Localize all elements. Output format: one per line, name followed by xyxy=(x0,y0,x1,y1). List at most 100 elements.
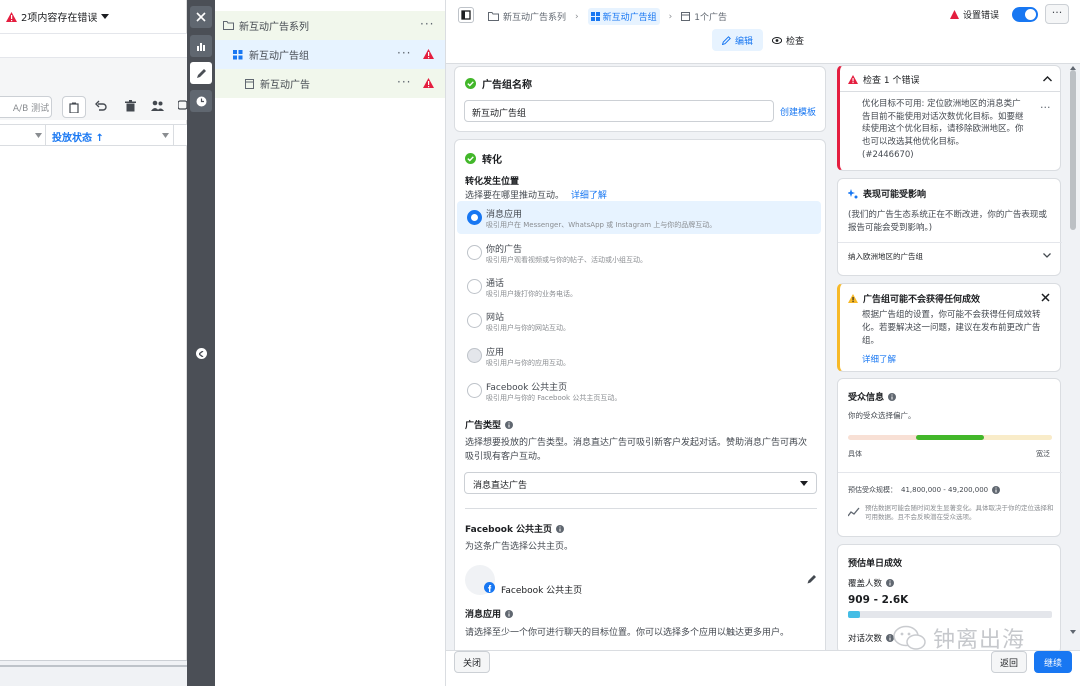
radio[interactable] xyxy=(467,313,482,328)
tree-ad-label: 新互动广告 xyxy=(260,80,310,91)
sort-icon[interactable] xyxy=(162,133,169,138)
warning-icon xyxy=(848,294,858,303)
ab-test-button[interactable]: A/B 测试 xyxy=(0,96,52,118)
tree-adset[interactable]: 新互动广告组 ··· xyxy=(215,40,445,69)
comment-icon[interactable] xyxy=(178,100,187,112)
audience-gauge xyxy=(848,435,1052,440)
warning-icon xyxy=(6,11,17,22)
ab-test-label: A/B 测试 xyxy=(12,103,50,114)
ad-type-select[interactable]: 消息直达广告 xyxy=(464,472,817,494)
tree-ad[interactable]: 新互动广告 ··· xyxy=(215,69,445,98)
history-button[interactable] xyxy=(190,90,212,112)
radio[interactable] xyxy=(467,383,482,398)
info-icon[interactable] xyxy=(886,579,895,587)
review-error-text: 优化目标不可用: 定位欧洲地区的消息类广告目前不能使用对话次数优化目标。如要继续… xyxy=(862,99,1024,147)
adset-toggle[interactable] xyxy=(1012,7,1038,22)
scrollbar[interactable] xyxy=(1068,64,1078,650)
crumb-adset[interactable]: 新互动广告组 xyxy=(587,8,660,25)
close-button[interactable]: 关闭 xyxy=(454,651,490,673)
option-website[interactable]: 网站 吸引用户与你的网站互动。 xyxy=(457,304,821,337)
continue-button[interactable]: 继续 xyxy=(1034,651,1072,673)
wechat-icon xyxy=(893,625,926,650)
undo-icon[interactable] xyxy=(95,100,107,112)
table-header: 投放状态 ↑ xyxy=(0,124,187,146)
column-delivery[interactable]: 投放状态 ↑ xyxy=(52,129,104,144)
gauge-broad: 宽泛 xyxy=(1036,450,1050,458)
info-icon[interactable] xyxy=(888,392,897,401)
perf-eu-link[interactable]: 纳入欧洲地区的广告组 xyxy=(848,251,923,262)
sparkle-icon xyxy=(848,188,858,198)
radio[interactable] xyxy=(467,245,482,260)
tree-campaign-label: 新互动广告系列 xyxy=(239,22,309,33)
radio-selected[interactable] xyxy=(467,210,482,225)
gauge-specific: 具体 xyxy=(848,450,862,458)
chevron-down-icon[interactable] xyxy=(1043,253,1051,258)
pencil-icon xyxy=(196,68,206,78)
reach-value: 909 - 2.6K xyxy=(848,594,909,606)
info-icon[interactable] xyxy=(992,486,1001,494)
info-icon[interactable] xyxy=(505,420,514,429)
tree-campaign[interactable]: 新互动广告系列 ··· xyxy=(215,11,445,40)
option-app[interactable]: 应用 吸引用户与你的应用互动。 xyxy=(457,339,821,372)
reach-bar xyxy=(848,611,1052,618)
crumb-campaign[interactable]: 新互动广告系列 xyxy=(503,10,566,23)
more-icon[interactable]: ··· xyxy=(397,46,411,60)
eye-icon xyxy=(772,36,782,44)
info-icon[interactable] xyxy=(556,524,565,533)
location-desc: 选择要在哪里推动互动。 详细了解 xyxy=(465,191,607,201)
duplicate-button[interactable] xyxy=(62,96,86,118)
option-messaging[interactable]: 消息应用 吸引用户在 Messenger、WhatsApp 或 Instagra… xyxy=(457,201,821,234)
pencil-icon[interactable] xyxy=(807,574,817,584)
learn-more-link[interactable]: 详细了解 xyxy=(571,191,607,201)
more-options-button[interactable]: ··· xyxy=(1045,4,1069,24)
error-icon xyxy=(423,78,434,88)
back-button[interactable]: 返回 xyxy=(991,651,1027,673)
crumb-ads[interactable]: 1个广告 xyxy=(694,10,727,23)
sort-icon[interactable] xyxy=(35,133,42,138)
radio[interactable] xyxy=(467,279,482,294)
ad-type-heading: 广告类型 xyxy=(465,418,514,431)
fb-page-heading: Facebook 公共主页 xyxy=(465,522,565,535)
close-icon[interactable] xyxy=(1041,293,1050,302)
edit-mode-button[interactable] xyxy=(190,62,212,84)
adset-name-input[interactable]: 新互动广告组 xyxy=(464,100,774,122)
scroll-down-icon[interactable] xyxy=(1070,630,1076,634)
bar-chart-icon xyxy=(197,43,205,51)
audience-size: 预估受众规模： 41,800,000 - 49,200,000 xyxy=(848,485,1001,495)
more-icon[interactable]: ··· xyxy=(397,75,411,89)
people-icon[interactable] xyxy=(151,100,164,112)
tab-edit[interactable]: 编辑 xyxy=(712,29,763,51)
more-icon[interactable]: ··· xyxy=(1040,101,1051,114)
tab-review[interactable]: 检查 xyxy=(772,29,812,51)
chevron-right-icon: › xyxy=(668,11,673,22)
option-your-ad[interactable]: 你的广告 吸引用户观看视频或与你的帖子、活动或小组互动。 xyxy=(457,236,821,269)
warn-learn-more[interactable]: 详细了解 xyxy=(862,353,896,365)
panel-toggle-button[interactable] xyxy=(458,7,474,23)
collapse-button[interactable] xyxy=(196,348,207,359)
reach-bar-fill xyxy=(848,611,861,618)
create-template-link[interactable]: 创建模板 xyxy=(780,105,816,118)
location-title: 转化发生位置 xyxy=(465,177,520,187)
scroll-thumb[interactable] xyxy=(1070,70,1076,230)
warn-text: 根据广告组的设置，你可能不会获得任何成效转化。若要解决这一问题，建议在发布前更改… xyxy=(862,310,1041,346)
option-calls[interactable]: 通话 吸引用户拨打你的业务电话。 xyxy=(457,270,821,303)
chevron-up-icon[interactable] xyxy=(1043,76,1052,82)
ad-type-desc: 选择想要投放的广告类型。消息直达广告可吸引新客户发起对话。赞助消息广告可再次吸引… xyxy=(465,438,808,462)
daily-title: 预估单日成效 xyxy=(848,559,903,569)
info-icon[interactable] xyxy=(505,609,514,618)
error-summary[interactable]: 2项内容存在错误 xyxy=(0,0,187,34)
check-circle-icon xyxy=(465,78,476,89)
close-editor-button[interactable] xyxy=(190,6,212,28)
sidebar-icon xyxy=(461,10,471,20)
more-icon[interactable]: ··· xyxy=(420,17,434,31)
option-fb-page[interactable]: Facebook 公共主页 吸引用户与你的 Facebook 公共主页互动。 xyxy=(457,374,821,407)
grid-icon xyxy=(233,49,243,59)
chevron-down-icon xyxy=(101,14,110,19)
settings-error[interactable]: 设置错误 xyxy=(950,8,999,21)
radio-disabled[interactable] xyxy=(467,348,482,363)
left-footer xyxy=(0,660,187,686)
delete-icon[interactable] xyxy=(125,100,136,112)
messaging-heading: 消息应用 xyxy=(465,607,514,620)
chevron-down-icon xyxy=(800,481,808,486)
charts-button[interactable] xyxy=(190,35,212,57)
